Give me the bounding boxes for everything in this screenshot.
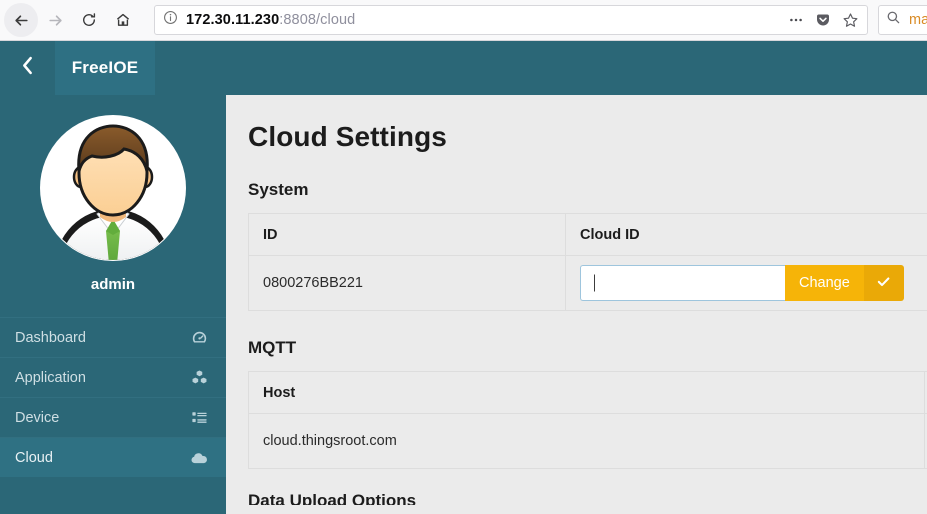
url-path: :8808/cloud: [279, 12, 355, 28]
user-avatar-icon: [40, 115, 186, 261]
sidebar-item-application[interactable]: Application: [0, 357, 226, 397]
url-text: 172.30.11.230:8808/cloud: [186, 12, 780, 28]
column-header-id: ID: [249, 214, 565, 255]
cell-host: cloud.thingsroot.com: [249, 414, 924, 468]
sidebar-item-dashboard[interactable]: Dashboard: [0, 317, 226, 357]
cell-cloud-id: Change: [565, 256, 927, 310]
dashboard-gauge-icon: [190, 329, 208, 347]
reload-button[interactable]: [72, 3, 106, 37]
home-icon: [115, 12, 131, 28]
sidebar-item-label: Device: [15, 410, 190, 426]
url-host: 172.30.11.230: [186, 12, 279, 28]
url-bar-icons: [788, 12, 859, 29]
confirm-check-button[interactable]: [864, 265, 904, 301]
browser-toolbar: 172.30.11.230:8808/cloud mar: [0, 0, 927, 41]
url-bar[interactable]: 172.30.11.230:8808/cloud: [154, 5, 868, 35]
cloud-icon: [190, 449, 208, 467]
text-caret: [594, 275, 595, 292]
sidebar: admin Dashboard Application Device Cloud: [0, 95, 226, 514]
page-title: Cloud Settings: [248, 121, 927, 153]
sidebar-nav: Dashboard Application Device Cloud: [0, 317, 226, 477]
browser-nav-buttons: [0, 3, 140, 37]
sidebar-item-cloud[interactable]: Cloud: [0, 437, 226, 477]
change-button[interactable]: Change: [785, 265, 864, 301]
forward-button[interactable]: [38, 3, 72, 37]
sidebar-profile: admin: [0, 95, 226, 293]
column-header-cloud-id: Cloud ID: [565, 214, 927, 255]
system-table: ID Cloud ID 0800276BB221 Change: [248, 213, 927, 311]
cloud-id-input-group: Change: [580, 265, 904, 301]
section-heading-mqtt: MQTT: [248, 338, 927, 358]
sidebar-item-device[interactable]: Device: [0, 397, 226, 437]
section-heading-data-upload-options: Data Upload Options: [248, 491, 927, 505]
check-icon: [876, 274, 891, 292]
magnifier-icon: [886, 10, 901, 30]
search-bar[interactable]: mar: [878, 5, 927, 35]
search-input-value[interactable]: mar: [909, 12, 927, 28]
forward-arrow-icon: [47, 12, 64, 29]
list-icon: [190, 409, 208, 427]
main-content: Cloud Settings System ID Cloud ID 080027…: [226, 95, 927, 514]
table-header-row: ID Cloud ID: [249, 214, 927, 255]
app-brand[interactable]: FreeIOE: [55, 41, 155, 95]
table-row: cloud.thingsroot.com: [249, 413, 927, 469]
cloud-id-input[interactable]: [580, 265, 785, 301]
avatar[interactable]: [40, 115, 186, 261]
app-back-button[interactable]: [0, 41, 55, 95]
bookmark-star-icon[interactable]: [842, 12, 859, 29]
section-heading-system: System: [248, 180, 927, 200]
page-actions-ellipsis-icon[interactable]: [788, 12, 804, 28]
app-header: FreeIOE: [0, 41, 927, 95]
cloud-id-input-wrap: [580, 265, 785, 301]
info-circle-icon[interactable]: [163, 10, 178, 30]
pocket-icon[interactable]: [815, 12, 831, 28]
table-header-row: Host: [249, 372, 927, 413]
mqtt-table: Host cloud.thingsroot.com: [248, 371, 927, 469]
reload-icon: [81, 12, 97, 28]
table-row: 0800276BB221 Change: [249, 255, 927, 311]
cubes-icon: [190, 369, 208, 387]
back-button[interactable]: [4, 3, 38, 37]
home-button[interactable]: [106, 3, 140, 37]
chevron-left-icon: [20, 56, 35, 80]
cell-device-id: 0800276BB221: [249, 256, 565, 310]
profile-username: admin: [91, 276, 135, 293]
back-arrow-icon: [13, 12, 30, 29]
sidebar-item-label: Cloud: [15, 450, 190, 466]
sidebar-item-label: Application: [15, 370, 190, 386]
app-header-spacer: [155, 41, 927, 95]
column-header-host: Host: [249, 372, 924, 413]
sidebar-item-label: Dashboard: [15, 330, 190, 346]
